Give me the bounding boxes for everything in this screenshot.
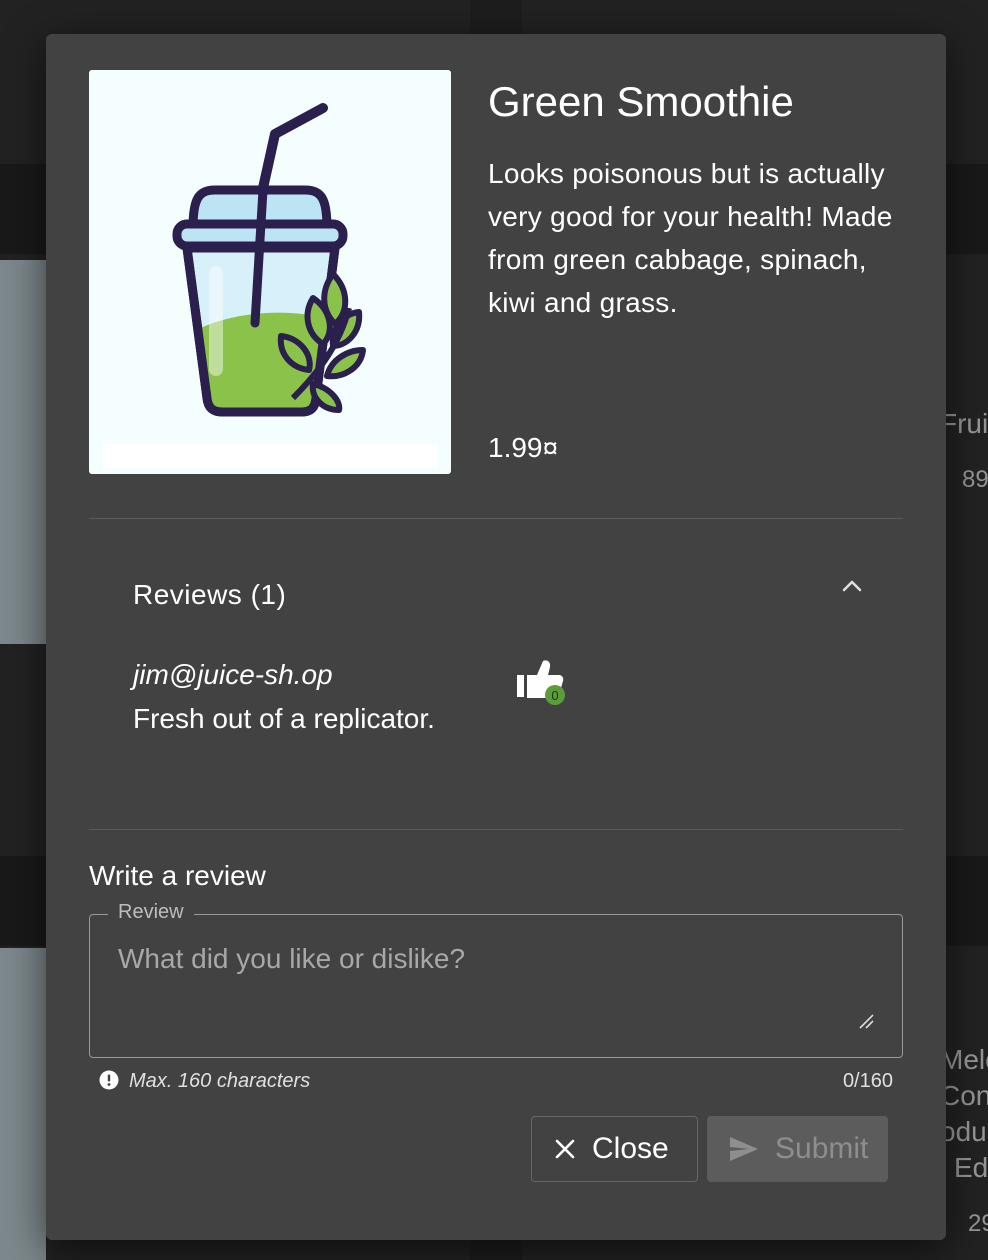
product-image bbox=[89, 70, 451, 474]
product-description: Looks poisonous but is actually very goo… bbox=[488, 158, 893, 318]
close-icon bbox=[555, 1139, 575, 1159]
product-price: 1.99¤ bbox=[488, 432, 559, 463]
reviews-header[interactable]: Reviews (1) bbox=[133, 579, 286, 611]
review-author: jim@juice-sh.op bbox=[133, 659, 333, 690]
image-caption-bar bbox=[103, 444, 437, 468]
divider bbox=[89, 829, 903, 830]
review-textarea[interactable] bbox=[118, 943, 858, 1023]
send-icon bbox=[730, 1137, 758, 1161]
submit-button-label: Submit bbox=[775, 1132, 869, 1165]
dialog-actions: Close Submit bbox=[89, 1116, 903, 1186]
close-button-label: Close bbox=[592, 1132, 669, 1165]
character-counter: 0/160 bbox=[842, 1070, 893, 1092]
product-summary: Green Smoothie Looks poisonous but is ac… bbox=[89, 70, 903, 474]
like-count-badge: 0 bbox=[551, 688, 558, 703]
review-field-label: Review bbox=[108, 901, 194, 924]
product-title: Green Smoothie bbox=[488, 78, 794, 125]
reviews-expansion-panel[interactable]: Reviews (1) jim@juice-sh.op Fresh out of… bbox=[89, 519, 903, 829]
info-exclamation-icon bbox=[99, 1070, 119, 1090]
review-hint-row: Max. 160 characters 0/160 bbox=[89, 1058, 903, 1102]
review-text: Fresh out of a replicator. bbox=[133, 703, 435, 734]
product-details-dialog: Green Smoothie Looks poisonous but is ac… bbox=[46, 34, 946, 1240]
chevron-up-icon[interactable] bbox=[839, 573, 865, 599]
submit-button[interactable]: Submit bbox=[707, 1116, 888, 1182]
max-characters-hint: Max. 160 characters bbox=[129, 1070, 311, 1092]
green-smoothie-cup-icon bbox=[172, 103, 366, 417]
review-form-field: Review bbox=[89, 901, 903, 1058]
thumbs-up-icon[interactable]: 0 bbox=[515, 657, 571, 707]
resize-handle-icon[interactable] bbox=[858, 1013, 874, 1029]
close-button[interactable]: Close bbox=[531, 1116, 698, 1182]
product-info: Green Smoothie Looks poisonous but is ac… bbox=[488, 70, 903, 474]
write-review-heading: Write a review bbox=[89, 860, 266, 891]
